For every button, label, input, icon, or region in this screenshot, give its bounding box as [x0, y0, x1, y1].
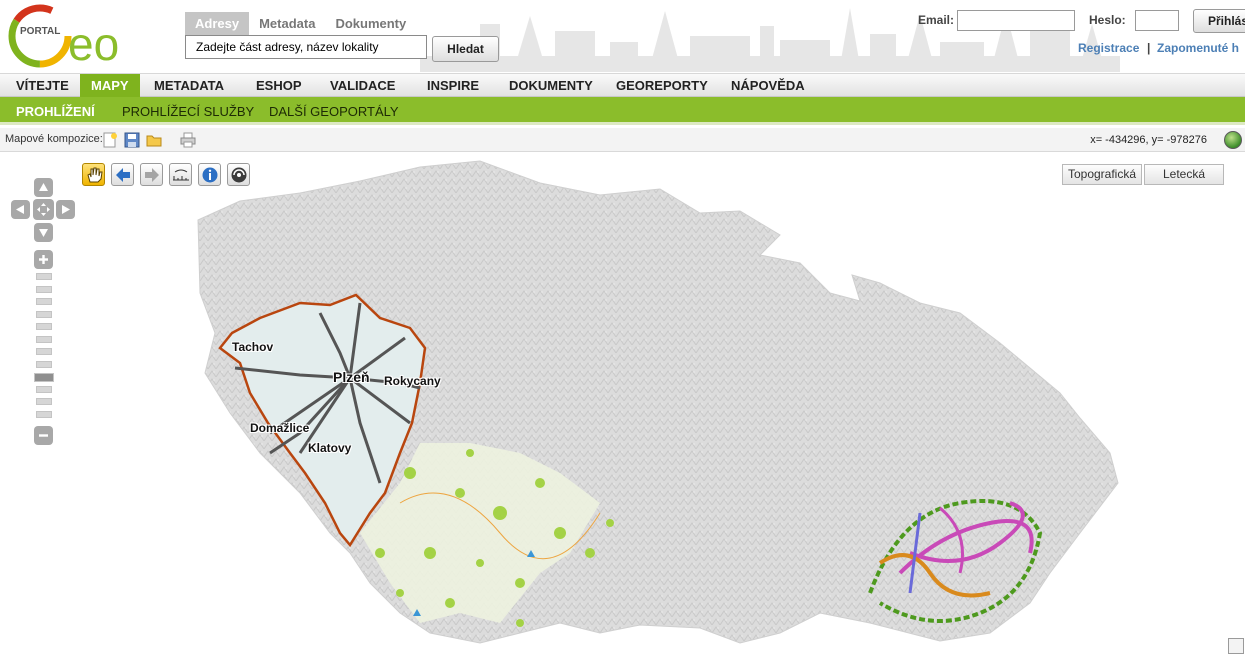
- label-rokycany: Rokycany: [384, 374, 441, 388]
- pan-hand-icon: [87, 167, 103, 183]
- zoom-level-tick[interactable]: [36, 360, 52, 368]
- zoom-level-tick[interactable]: [36, 298, 52, 305]
- email-label: Email:: [918, 13, 955, 27]
- search-tabs: Adresy Metadata Dokumenty: [185, 12, 416, 36]
- zoom-level-tick[interactable]: [36, 335, 52, 343]
- basemap-aerial-button[interactable]: Letecká: [1144, 164, 1224, 185]
- zoom-level-tick[interactable]: [36, 398, 52, 405]
- nav-documents[interactable]: DOKUMENTY: [509, 74, 593, 98]
- register-link[interactable]: Registrace: [1078, 41, 1139, 55]
- globe-tool-icon: [231, 167, 247, 183]
- resize-corner-icon[interactable]: [1228, 638, 1244, 654]
- zoom-slider-thumb[interactable]: [34, 373, 54, 382]
- new-composition-icon[interactable]: [102, 132, 118, 148]
- svg-text:eo: eo: [68, 18, 119, 68]
- zoom-out-button[interactable]: [34, 426, 53, 445]
- nav-help[interactable]: NÁPOVĚDA: [731, 74, 805, 98]
- nav-metadata[interactable]: METADATA: [154, 74, 224, 98]
- minus-icon: [39, 434, 48, 437]
- zoom-level-tick[interactable]: [36, 310, 52, 318]
- coordinates-readout: x= -434296, y= -978276: [1090, 134, 1207, 146]
- nav-eshop[interactable]: ESHOP: [256, 74, 302, 98]
- tab-documents[interactable]: Dokumenty: [325, 12, 416, 36]
- subnav-view-services[interactable]: PROHLÍŽECÍ SLUŽBY: [122, 97, 254, 122]
- nav-validation[interactable]: VALIDACE: [330, 74, 395, 98]
- zoom-level-tick[interactable]: [36, 348, 52, 355]
- header: PORTAL eo Adresy Metadata Dokumenty Zade…: [0, 0, 1245, 73]
- label-tachov: Tachov: [232, 340, 274, 354]
- map-toolbar: Mapové kompozice: x= -434296, y= -978276: [0, 128, 1245, 152]
- zoom-level-tick[interactable]: [36, 385, 52, 393]
- nav-inspire[interactable]: INSPIRE: [427, 74, 479, 98]
- basemap-topographic-button[interactable]: Topografická: [1062, 164, 1142, 185]
- measure-button[interactable]: [169, 163, 192, 186]
- arrow-up-icon: [39, 183, 48, 191]
- address-search-input[interactable]: Zadejte část adresy, název lokality: [185, 35, 427, 59]
- zoom-level-tick[interactable]: [36, 323, 52, 330]
- link-separator: |: [1147, 41, 1151, 55]
- measure-icon: [173, 169, 189, 181]
- external-service-button[interactable]: [227, 163, 250, 186]
- save-icon[interactable]: [124, 132, 140, 148]
- subnav-other-geoportals[interactable]: DALŠÍ GEOPORTÁLY: [269, 97, 399, 122]
- back-button[interactable]: [111, 163, 134, 186]
- login-button[interactable]: Přihlás: [1193, 9, 1245, 33]
- nav-welcome[interactable]: VÍTEJTE: [16, 74, 69, 98]
- password-field[interactable]: [1135, 10, 1179, 31]
- label-plzen: Plzeň: [333, 369, 370, 385]
- pan-tool-button[interactable]: [82, 163, 105, 186]
- zoom-in-button[interactable]: [34, 250, 53, 269]
- zoom-level-tick[interactable]: [36, 285, 52, 293]
- back-arrow-icon: [116, 168, 130, 182]
- tab-addresses[interactable]: Adresy: [185, 12, 250, 36]
- globe-icon[interactable]: [1224, 131, 1242, 149]
- main-navigation: VÍTEJTE MAPY METADATA ESHOP VALIDACE INS…: [0, 73, 1245, 98]
- print-icon[interactable]: [180, 132, 196, 148]
- portal-geo-logo[interactable]: PORTAL eo: [4, 2, 154, 70]
- info-button[interactable]: [198, 163, 221, 186]
- search-button[interactable]: Hledat: [432, 36, 499, 62]
- info-icon: [202, 167, 218, 183]
- zoom-level-tick[interactable]: [36, 273, 52, 280]
- sub-navigation: PROHLÍŽENÍ PROHLÍŽECÍ SLUŽBY DALŠÍ GEOPO…: [0, 97, 1245, 125]
- logo-graphic: PORTAL eo: [8, 4, 119, 70]
- login-panel: Email: Heslo: Přihlás Registrace | Zapom…: [900, 8, 1245, 68]
- map-canvas[interactable]: [0, 153, 1245, 658]
- arrow-left-icon: [16, 205, 24, 214]
- forgot-password-link[interactable]: Zapomenuté h: [1157, 41, 1239, 55]
- pan-center-button[interactable]: [33, 199, 54, 220]
- open-folder-icon[interactable]: [146, 132, 162, 148]
- email-field[interactable]: [957, 10, 1075, 31]
- pan-down-button[interactable]: [34, 223, 53, 242]
- compositions-label: Mapové kompozice:: [5, 133, 103, 145]
- plus-icon: [39, 255, 48, 264]
- label-domazlice: Domažlice: [250, 421, 310, 435]
- tab-metadata[interactable]: Metadata: [249, 12, 325, 36]
- arrow-right-icon: [62, 205, 70, 214]
- nav-maps[interactable]: MAPY: [80, 74, 140, 98]
- forward-button[interactable]: [140, 163, 163, 186]
- svg-text:PORTAL: PORTAL: [20, 26, 60, 37]
- pan-left-button[interactable]: [11, 200, 30, 219]
- pan-up-button[interactable]: [34, 178, 53, 197]
- subnav-browsing[interactable]: PROHLÍŽENÍ: [16, 97, 95, 122]
- nav-georeports[interactable]: GEOREPORTY: [616, 74, 708, 98]
- password-label: Heslo:: [1089, 13, 1126, 27]
- label-klatovy: Klatovy: [308, 441, 352, 455]
- forward-arrow-icon: [145, 168, 159, 182]
- zoom-level-tick[interactable]: [36, 410, 52, 418]
- map-viewer[interactable]: Tachov Plzeň Rokycany Domažlice Klatovy: [0, 153, 1245, 658]
- arrow-down-icon: [39, 229, 48, 237]
- pan-right-button[interactable]: [56, 200, 75, 219]
- move-icon: [37, 203, 50, 216]
